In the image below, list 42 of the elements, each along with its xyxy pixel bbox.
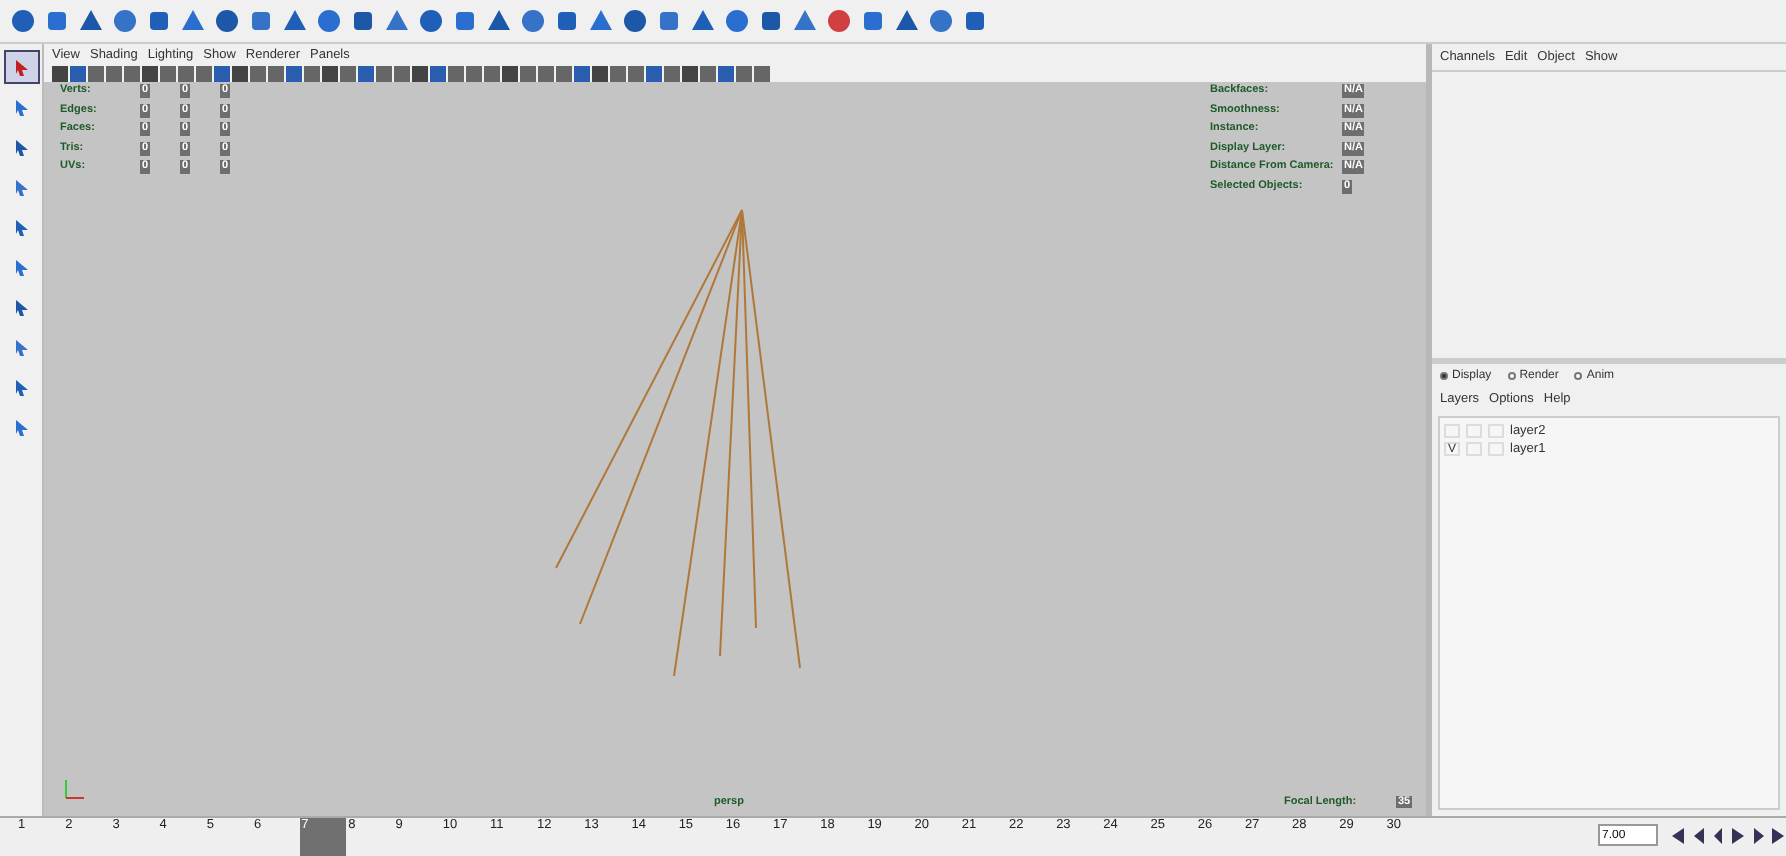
shape-icon bbox=[690, 8, 716, 34]
shape-icon bbox=[112, 8, 138, 34]
shape-icon bbox=[418, 8, 444, 34]
shape-icon bbox=[554, 8, 580, 34]
shape-icon bbox=[588, 8, 614, 34]
shape-icon bbox=[894, 8, 920, 34]
shelf-button[interactable] bbox=[212, 4, 242, 38]
shape-icon bbox=[860, 8, 886, 34]
shelf-button[interactable] bbox=[314, 4, 344, 38]
shape-icon bbox=[350, 8, 376, 34]
shape-icon bbox=[724, 8, 750, 34]
shape-icon bbox=[44, 8, 70, 34]
shelf-button[interactable] bbox=[518, 4, 548, 38]
shape-icon bbox=[214, 8, 240, 34]
shape-icon bbox=[146, 8, 172, 34]
shape-icon bbox=[316, 8, 342, 34]
shelf-button[interactable] bbox=[926, 4, 956, 38]
shape-icon bbox=[486, 8, 512, 34]
tool-button[interactable] bbox=[3, 50, 39, 84]
shape-icon bbox=[10, 8, 36, 34]
shape-icon bbox=[180, 8, 206, 34]
shape-icon bbox=[962, 8, 988, 34]
shelf-button[interactable] bbox=[8, 4, 38, 38]
shape-icon bbox=[248, 8, 274, 34]
shape-icon bbox=[826, 8, 852, 34]
shape-icon bbox=[656, 8, 682, 34]
axis-icon bbox=[60, 776, 88, 804]
shape-icon bbox=[792, 8, 818, 34]
shelf-button[interactable] bbox=[110, 4, 140, 38]
shape-icon bbox=[78, 8, 104, 34]
shelf-button[interactable] bbox=[722, 4, 752, 38]
shelf-button[interactable] bbox=[416, 4, 446, 38]
visibility-toggle[interactable] bbox=[1444, 424, 1460, 438]
shape-icon bbox=[282, 8, 308, 34]
shelf-button[interactable] bbox=[620, 4, 650, 38]
shelf-button[interactable] bbox=[824, 4, 854, 38]
shape-icon bbox=[520, 8, 546, 34]
shape-icon bbox=[622, 8, 648, 34]
shape-icon bbox=[928, 8, 954, 34]
shape-icon bbox=[758, 8, 784, 34]
shape-icon bbox=[452, 8, 478, 34]
shape-icon bbox=[384, 8, 410, 34]
